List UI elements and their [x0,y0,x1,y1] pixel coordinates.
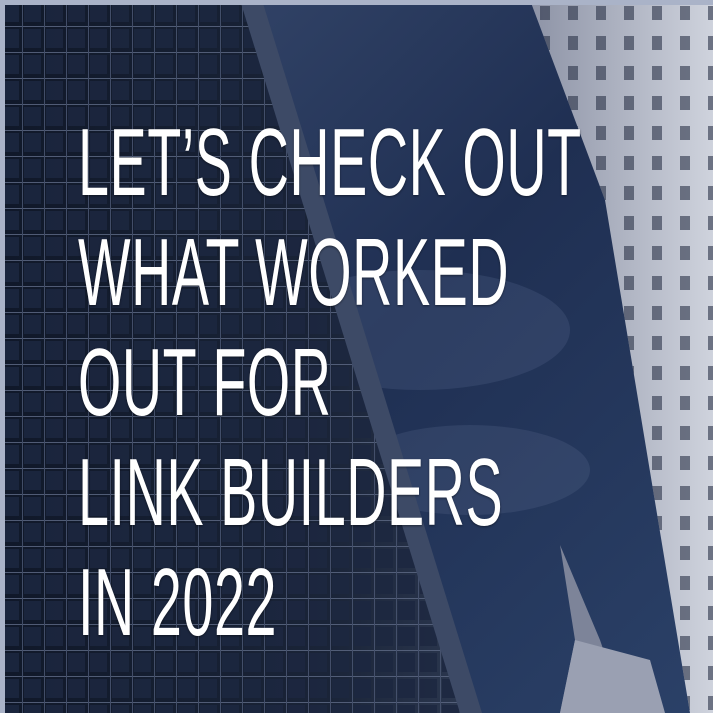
headline-line-3: OUT FOR [78,329,332,436]
hero-image: LET’S CHECK OUT WHAT WORKED OUT FOR LINK… [0,0,713,713]
headline: LET’S CHECK OUT WHAT WORKED OUT FOR LINK… [78,108,582,658]
headline-line-5: IN 2022 [78,549,278,656]
headline-line-1: LET’S CHECK OUT [78,109,582,216]
headline-line-2: WHAT WORKED [78,219,510,326]
headline-line-4: LINK BUILDERS [78,439,504,546]
